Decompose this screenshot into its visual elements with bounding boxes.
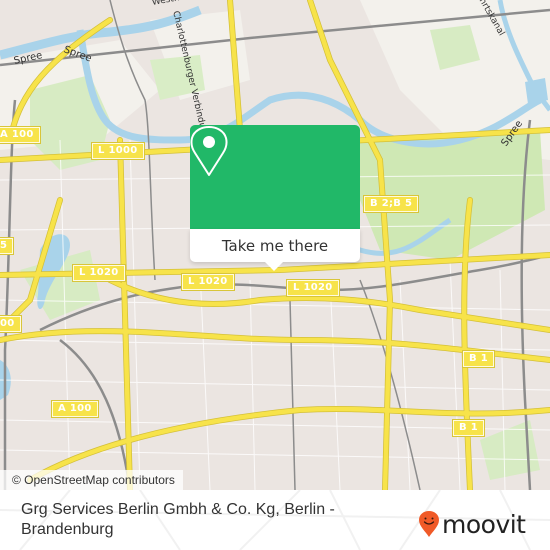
road-shield: L 1020 [181, 273, 235, 291]
road-shield: B 1 [462, 350, 495, 368]
location-popup: Take me there [190, 125, 360, 271]
lake [525, 78, 548, 104]
road-shield: L 1020 [72, 264, 126, 282]
road-shield: 5 [0, 237, 15, 255]
moovit-wordmark: moovit [442, 509, 526, 539]
road-shield: A 100 [51, 400, 99, 418]
popup-header [190, 125, 360, 229]
moovit-pin-icon [419, 511, 439, 537]
place-title: Grg Services Berlin Gmbh & Co. Kg, Berli… [21, 501, 335, 538]
map-view[interactable]: A 100 L 1000 5 L 1020 L 1020 L 1020 00 B… [0, 0, 550, 490]
road-shield: L 1020 [286, 279, 340, 297]
moovit-logo[interactable]: moovit [418, 510, 526, 538]
road-shield: 00 [0, 315, 22, 333]
popup-pointer [265, 262, 283, 271]
road-shield: B 1 [452, 419, 485, 437]
road-shield: A 100 [0, 126, 41, 144]
road-shield: B 2;B 5 [362, 195, 420, 213]
take-me-there-button[interactable]: Take me there [190, 229, 360, 262]
take-me-there-label: Take me there [221, 236, 329, 255]
map-attribution[interactable]: © OpenStreetMap contributors [0, 470, 183, 490]
map-pin-icon [190, 126, 228, 176]
road-shield: L 1000 [91, 142, 145, 160]
footer: Grg Services Berlin Gmbh & Co. Kg, Berli… [0, 490, 550, 550]
